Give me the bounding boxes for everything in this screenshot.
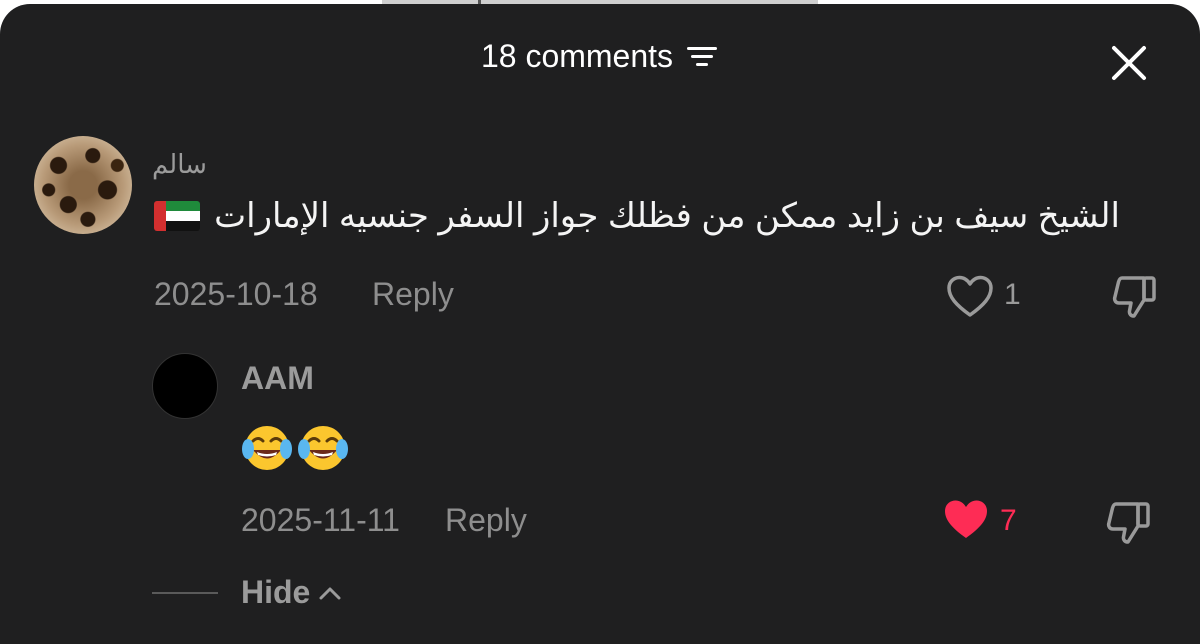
- avatar[interactable]: [34, 136, 132, 234]
- face-with-tears-of-joy-icon: [242, 425, 292, 470]
- comment-text-row: الشيخ سيف بن زايد ممكن من فظلك جواز السف…: [152, 196, 1120, 236]
- close-icon[interactable]: [1106, 40, 1152, 86]
- like-count: 7: [1000, 504, 1017, 537]
- comments-sheet: 18 comments سالم الشيخ سيف بن زايد ممكن …: [0, 4, 1200, 644]
- heart-outline-icon[interactable]: [946, 275, 994, 319]
- uae-flag-icon: [154, 201, 201, 231]
- dislike-icon[interactable]: [1110, 272, 1160, 322]
- comment-date: 2025-10-18: [154, 276, 318, 312]
- sort-filter-icon[interactable]: [685, 43, 719, 71]
- comments-header: 18 comments: [0, 38, 1200, 75]
- reply-button[interactable]: Reply: [445, 502, 527, 539]
- face-with-tears-of-joy-icon: [298, 425, 348, 470]
- reply-username[interactable]: AAM: [241, 360, 314, 397]
- comment-username[interactable]: سالم: [152, 149, 207, 180]
- comment-text: الشيخ سيف بن زايد ممكن من فظلك جواز السف…: [214, 197, 1120, 235]
- reply-button[interactable]: Reply: [372, 276, 454, 313]
- chevron-up-icon: [319, 587, 341, 599]
- replies-divider: [152, 592, 218, 594]
- heart-filled-icon[interactable]: [942, 498, 990, 542]
- hide-replies-button[interactable]: Hide: [241, 574, 342, 611]
- like-count: 1: [1004, 278, 1021, 311]
- reply-text: [241, 416, 353, 473]
- dislike-icon[interactable]: [1104, 498, 1154, 548]
- reply-date: 2025-11-11: [241, 502, 400, 538]
- hide-label: Hide: [241, 574, 311, 610]
- reply-avatar[interactable]: [152, 353, 218, 419]
- comments-count-title: 18 comments: [480, 38, 674, 74]
